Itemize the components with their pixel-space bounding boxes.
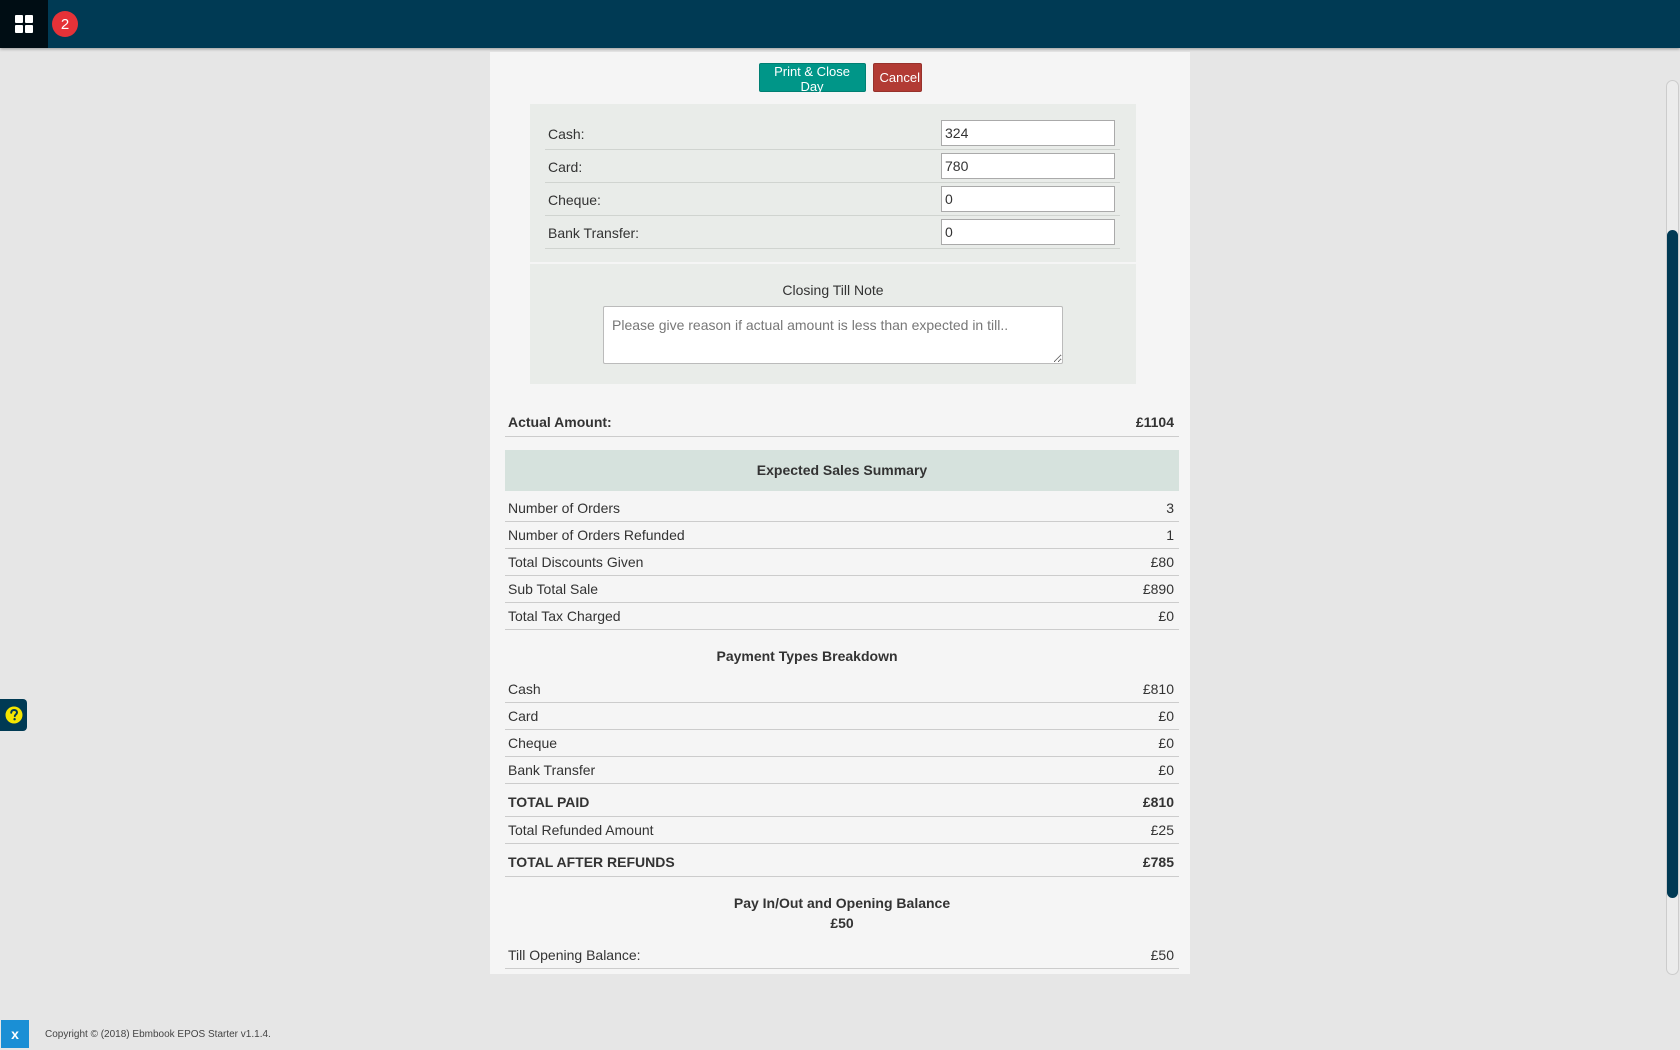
- help-question-icon: [5, 706, 22, 724]
- bank-transfer-label: Bank Transfer:: [548, 225, 640, 241]
- opening-balance-label: Till Opening Balance:: [508, 947, 641, 963]
- total-paid-value: £810: [1142, 794, 1174, 810]
- action-bar: Print & Close Day Cancel: [490, 63, 1190, 94]
- summary-value: 1: [1166, 527, 1174, 543]
- card-input[interactable]: [941, 153, 1115, 179]
- summary-label: Number of Orders Refunded: [508, 527, 685, 543]
- payment-row: Bank Transfer £0: [505, 757, 1179, 784]
- refunded-label: Total Refunded Amount: [508, 822, 654, 838]
- refunded-row: Total Refunded Amount £25: [505, 817, 1179, 844]
- bank-transfer-input[interactable]: [941, 219, 1115, 245]
- payment-value: £0: [1158, 735, 1174, 751]
- closing-note-section: Closing Till Note: [530, 264, 1136, 384]
- print-close-day-button[interactable]: Print & Close Day: [758, 63, 866, 94]
- total-after-refunds-value: £785: [1142, 854, 1174, 870]
- help-button[interactable]: [0, 699, 27, 731]
- copyright-text: Copyright © (2018) Ebmbook EPOS Starter …: [45, 1029, 271, 1040]
- cash-label: Cash:: [548, 126, 585, 142]
- bank-transfer-row: Bank Transfer:: [545, 216, 1120, 249]
- card-row: Card:: [545, 150, 1120, 183]
- summary-label: Number of Orders: [508, 500, 621, 516]
- cancel-button[interactable]: Cancel: [872, 63, 922, 92]
- cheque-row: Cheque:: [545, 183, 1120, 216]
- actual-amount-label: Actual Amount:: [508, 414, 612, 430]
- actual-amount-value: £1104: [1135, 414, 1174, 430]
- closing-note-textarea[interactable]: [603, 306, 1063, 364]
- notification-badge[interactable]: 2: [52, 11, 78, 37]
- close-day-panel: Print & Close Day Cancel Cash: Card: Che…: [490, 52, 1190, 974]
- payment-row: Cash £810: [505, 676, 1179, 703]
- summary-label: Total Tax Charged: [508, 608, 621, 624]
- payment-label: Bank Transfer: [508, 762, 596, 778]
- opening-balance-row: Till Opening Balance: £50: [505, 942, 1179, 969]
- actual-amount-row: Actual Amount: £1104: [505, 404, 1179, 437]
- payment-value: £810: [1142, 681, 1174, 697]
- summary-row: Total Discounts Given £80: [505, 549, 1179, 576]
- total-paid-row: TOTAL PAID £810: [505, 784, 1179, 817]
- cheque-label: Cheque:: [548, 192, 601, 208]
- payment-label: Cash: [508, 681, 541, 697]
- summary-row: Number of Orders 3: [505, 495, 1179, 522]
- payment-row: Cheque £0: [505, 730, 1179, 757]
- apps-menu-button[interactable]: [0, 0, 48, 48]
- total-paid-label: TOTAL PAID: [508, 794, 590, 810]
- summary-row: Total Tax Charged £0: [505, 603, 1179, 630]
- total-after-refunds-row: TOTAL AFTER REFUNDS £785: [505, 844, 1179, 877]
- actual-amounts-form: Cash: Card: Cheque: Bank Transfer:: [530, 104, 1136, 262]
- opening-balance-value: £50: [1150, 947, 1174, 963]
- summary-row: Sub Total Sale £890: [505, 576, 1179, 603]
- cash-row: Cash:: [545, 117, 1120, 150]
- apps-grid-icon: [15, 15, 33, 33]
- summary-row: Number of Orders Refunded 1: [505, 522, 1179, 549]
- payment-label: Cheque: [508, 735, 558, 751]
- pay-in-out-amount: £50: [830, 915, 854, 931]
- top-bar: 2: [0, 0, 1680, 48]
- cheque-input[interactable]: [941, 186, 1115, 212]
- cash-input[interactable]: [941, 120, 1115, 146]
- payment-value: £0: [1158, 762, 1174, 778]
- payment-breakdown-title: Payment Types Breakdown: [716, 648, 898, 664]
- card-label: Card:: [548, 159, 583, 175]
- summary-value: £0: [1158, 608, 1174, 624]
- summary-label: Total Discounts Given: [508, 554, 644, 570]
- summary-value: £80: [1150, 554, 1174, 570]
- refunded-value: £25: [1150, 822, 1174, 838]
- payment-row: Card £0: [505, 703, 1179, 730]
- summary-value: 3: [1166, 500, 1174, 516]
- closing-note-title: Closing Till Note: [782, 282, 884, 298]
- pay-in-out-title: Pay In/Out and Opening Balance: [733, 895, 951, 911]
- scrollbar-thumb[interactable]: [1667, 230, 1678, 898]
- close-footer-button[interactable]: x: [1, 1020, 29, 1048]
- summary-value: £890: [1142, 581, 1174, 597]
- payment-value: £0: [1158, 708, 1174, 724]
- total-after-refunds-label: TOTAL AFTER REFUNDS: [508, 854, 675, 870]
- summary-label: Sub Total Sale: [508, 581, 599, 597]
- expected-summary-title: Expected Sales Summary: [505, 450, 1179, 491]
- payment-label: Card: [508, 708, 539, 724]
